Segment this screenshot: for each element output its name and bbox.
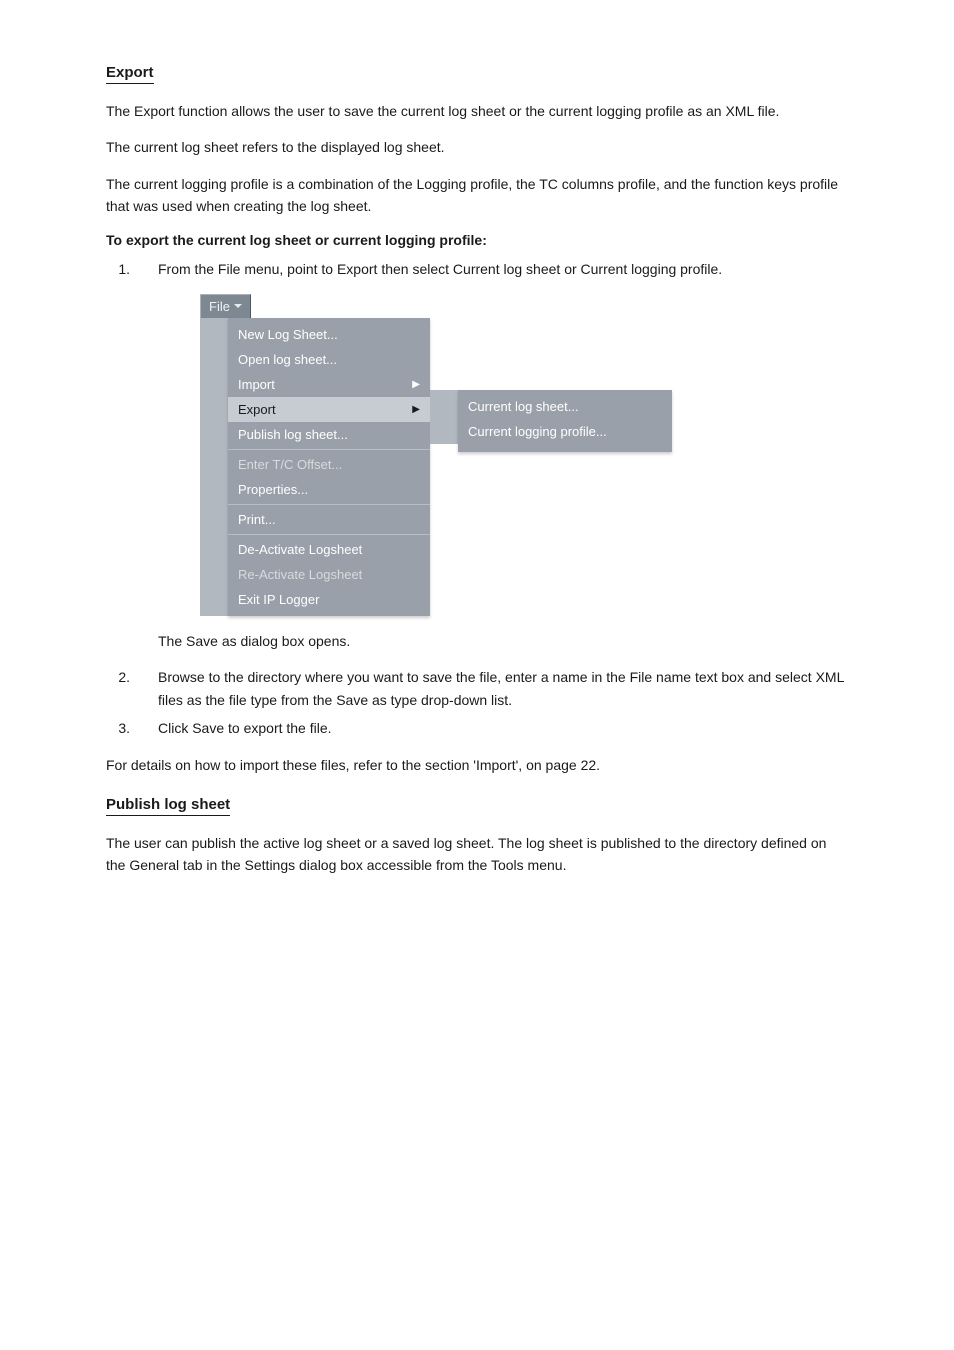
publish-p1: The user can publish the active log shee… (106, 832, 848, 877)
menu-gutter (200, 318, 228, 616)
submenu-item-current-logging-profile[interactable]: Current logging profile... (458, 419, 672, 444)
publish-heading: Publish log sheet (106, 796, 230, 816)
submenu-arrow-icon: ▶ (412, 379, 430, 390)
step-2: 2. Browse to the directory where you wan… (106, 666, 848, 711)
export-p3: The current logging profile is a combina… (106, 173, 848, 218)
chevron-down-icon (234, 304, 242, 308)
file-menu-label: File (209, 299, 230, 314)
menu-item-publish-log-sheet[interactable]: Publish log sheet... (228, 422, 430, 447)
menu-item-print[interactable]: Print... (228, 507, 430, 532)
menu-screenshot: File New Log Sheet... Open log sheet... … (200, 294, 848, 616)
step-1: 1. From the File menu, point to Export t… (106, 258, 848, 280)
export-procedure-heading: To export the current log sheet or curre… (106, 232, 848, 248)
step-text: From the File menu, point to Export then… (158, 258, 848, 280)
step-text: Click Save to export the file. (158, 717, 848, 739)
submenu-gutter (430, 390, 458, 444)
export-heading: Export (106, 64, 154, 84)
export-p1: The Export function allows the user to s… (106, 100, 848, 122)
step-number: 1. (106, 258, 130, 280)
menu-separator (228, 449, 430, 450)
menu-item-reactivate-logsheet: Re-Activate Logsheet (228, 562, 430, 587)
menu-item-import[interactable]: Import ▶ (228, 372, 430, 397)
file-menu-tab[interactable]: File (200, 294, 251, 318)
submenu-item-current-log-sheet[interactable]: Current log sheet... (458, 394, 672, 419)
export-p2: The current log sheet refers to the disp… (106, 136, 848, 158)
step-number: 2. (106, 666, 130, 711)
export-submenu: Current log sheet... Current logging pro… (458, 390, 672, 452)
menu-item-enter-tc-offset: Enter T/C Offset... (228, 452, 430, 477)
menu-item-export[interactable]: Export ▶ (228, 397, 430, 422)
step-1-result: The Save as dialog box opens. (158, 630, 848, 652)
submenu-arrow-icon: ▶ (412, 404, 430, 415)
document-page: Export The Export function allows the us… (0, 0, 954, 971)
step-text: Browse to the directory where you want t… (158, 666, 848, 711)
menu-separator (228, 504, 430, 505)
menu-item-exit[interactable]: Exit IP Logger (228, 587, 430, 612)
menu-separator (228, 534, 430, 535)
menu-item-new-log-sheet[interactable]: New Log Sheet... (228, 322, 430, 347)
export-note: For details on how to import these files… (106, 754, 848, 776)
step-number: 3. (106, 717, 130, 739)
step-3: 3. Click Save to export the file. (106, 717, 848, 739)
file-dropdown: New Log Sheet... Open log sheet... Impor… (228, 318, 430, 616)
menu-item-open-log-sheet[interactable]: Open log sheet... (228, 347, 430, 372)
menu-item-deactivate-logsheet[interactable]: De-Activate Logsheet (228, 537, 430, 562)
menu-item-properties[interactable]: Properties... (228, 477, 430, 502)
